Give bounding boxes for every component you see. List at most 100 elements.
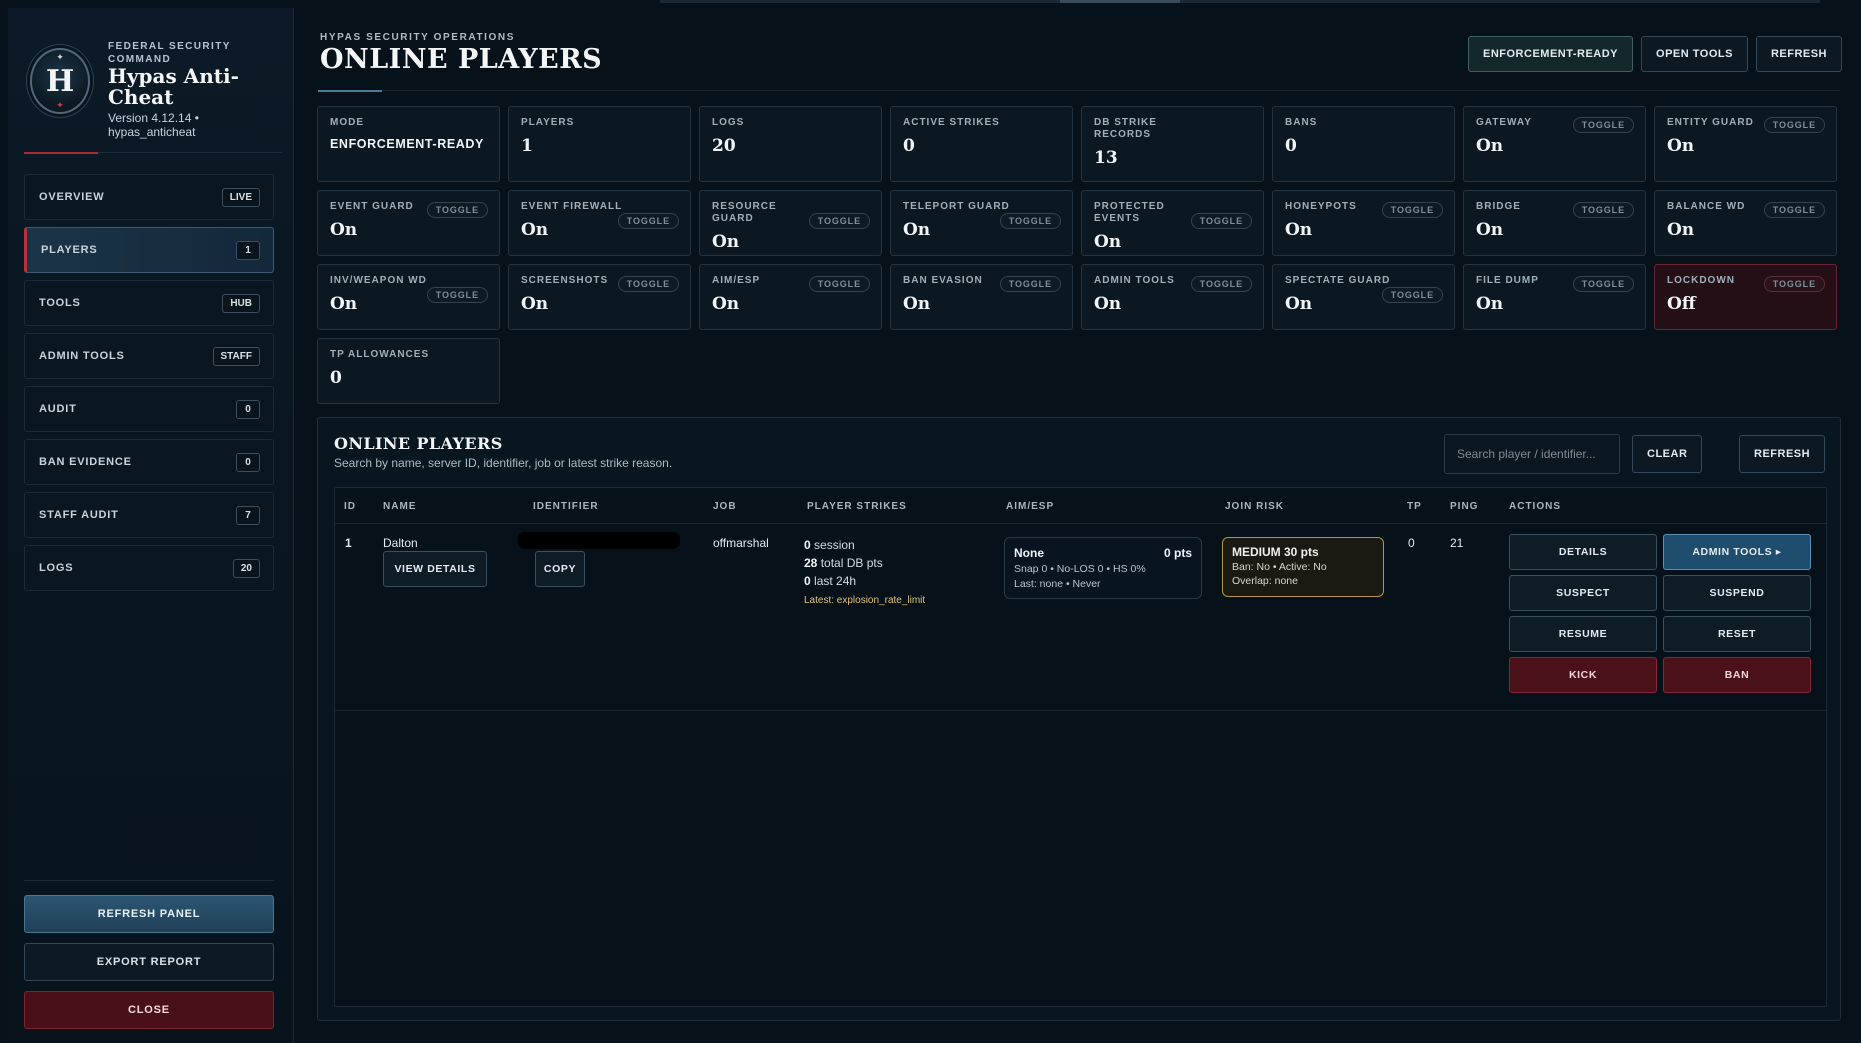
sidebar-item-label: STAFF AUDIT bbox=[39, 509, 119, 521]
toggle-button[interactable]: TOGGLE bbox=[999, 276, 1061, 292]
ban-button[interactable]: BAN bbox=[1663, 657, 1811, 693]
stat-label: SPECTATE GUARD bbox=[1285, 275, 1391, 286]
sidebar-item-label: LOGS bbox=[39, 562, 74, 574]
toggle-button[interactable]: TOGGLE bbox=[617, 213, 679, 229]
column-header-job: JOB bbox=[713, 501, 737, 512]
toggle-button[interactable]: TOGGLE bbox=[999, 213, 1061, 229]
stat-card-mode: MODE ENFORCEMENT-READY bbox=[317, 106, 500, 182]
aim-points: 0 pts bbox=[1163, 546, 1192, 560]
stat-label: LOGS bbox=[712, 117, 745, 128]
copy-identifier-button[interactable]: COPY bbox=[535, 551, 585, 587]
sidebar-footer: REFRESH PANEL EXPORT REPORT CLOSE bbox=[24, 880, 274, 1039]
stat-value: On bbox=[712, 232, 740, 252]
clear-button[interactable]: CLEAR bbox=[1632, 435, 1703, 473]
sidebar-item-admin-tools[interactable]: ADMIN TOOLS STAFF bbox=[24, 333, 274, 379]
suspect-button[interactable]: SUSPECT bbox=[1509, 575, 1657, 611]
stat-card-bans: BANS 0 bbox=[1272, 106, 1455, 182]
enforcement-ready-button[interactable]: ENFORCEMENT-READY bbox=[1468, 36, 1634, 72]
player-search-input[interactable] bbox=[1444, 434, 1620, 474]
toggle-button[interactable]: TOGGLE bbox=[1381, 287, 1443, 303]
stat-card-bridge: BRIDGE TOGGLE On bbox=[1463, 190, 1646, 256]
column-header-join-risk: JOIN RISK bbox=[1225, 501, 1285, 512]
sidebar-item-badge: HUB bbox=[222, 293, 260, 313]
player-id: 1 bbox=[345, 536, 352, 550]
stat-label: HONEYPOTS bbox=[1285, 201, 1357, 212]
toggle-button[interactable]: TOGGLE bbox=[1381, 202, 1443, 218]
stat-card-file-dump: FILE DUMP TOGGLE On bbox=[1463, 264, 1646, 330]
stat-label: MODE bbox=[330, 117, 364, 128]
stat-card-honeypots: HONEYPOTS TOGGLE On bbox=[1272, 190, 1455, 256]
stat-value: On bbox=[712, 294, 740, 314]
toggle-button[interactable]: TOGGLE bbox=[1190, 213, 1252, 229]
stat-value: 20 bbox=[712, 136, 736, 156]
stats-grid: MODE ENFORCEMENT-READY PLAYERS 1 LOGS 20… bbox=[317, 106, 1841, 404]
toggle-button[interactable]: TOGGLE bbox=[426, 287, 488, 303]
stat-label: RESOURCE GUARD bbox=[712, 201, 777, 224]
sidebar-item-logs[interactable]: LOGS 20 bbox=[24, 545, 274, 591]
sidebar-item-badge: 0 bbox=[236, 452, 260, 472]
divider bbox=[24, 152, 282, 154]
panel-subtitle: Search by name, server ID, identifier, j… bbox=[334, 456, 673, 470]
toggle-button[interactable]: TOGGLE bbox=[1763, 202, 1825, 218]
refresh-panel-button[interactable]: REFRESH PANEL bbox=[24, 895, 274, 933]
table-row: 1 Dalton VIEW DETAILS COPY offmarshal 0 … bbox=[335, 524, 1826, 711]
column-header-ping: PING bbox=[1450, 501, 1479, 512]
admin-tools-button[interactable]: ADMIN TOOLS ▸ bbox=[1663, 534, 1811, 570]
toggle-button[interactable]: TOGGLE bbox=[808, 213, 870, 229]
toggle-button[interactable]: TOGGLE bbox=[1190, 276, 1252, 292]
star-icon: ✦ bbox=[56, 100, 64, 110]
page-title: ONLINE PLAYERS bbox=[320, 44, 603, 75]
sidebar-item-players[interactable]: PLAYERS 1 bbox=[24, 227, 274, 273]
sidebar-item-ban-evidence[interactable]: BAN EVIDENCE 0 bbox=[24, 439, 274, 485]
close-button[interactable]: CLOSE bbox=[24, 991, 274, 1029]
table-header: ID NAME IDENTIFIER JOB PLAYER STRIKES AI… bbox=[335, 488, 1826, 524]
toggle-button[interactable]: TOGGLE bbox=[1572, 117, 1634, 133]
toggle-button[interactable]: TOGGLE bbox=[617, 276, 679, 292]
refresh-button[interactable]: REFRESH bbox=[1755, 36, 1842, 72]
last-24h-label: last 24h bbox=[814, 574, 857, 588]
stat-card-teleport-guard: TELEPORT GUARD TOGGLE On bbox=[890, 190, 1073, 256]
resume-button[interactable]: RESUME bbox=[1509, 616, 1657, 652]
sidebar-item-audit[interactable]: AUDIT 0 bbox=[24, 386, 274, 432]
stat-card-inv-weapon-wd: INV/WEAPON WD TOGGLE On bbox=[317, 264, 500, 330]
column-header-id: ID bbox=[344, 501, 356, 512]
toggle-button[interactable]: TOGGLE bbox=[1572, 202, 1634, 218]
brand-block: ✦ H ✦ FEDERAL SECURITY COMMAND Hypas Ant… bbox=[24, 30, 284, 140]
details-button[interactable]: DETAILS bbox=[1509, 534, 1657, 570]
players-table: ID NAME IDENTIFIER JOB PLAYER STRIKES AI… bbox=[334, 487, 1827, 1007]
sidebar-item-staff-audit[interactable]: STAFF AUDIT 7 bbox=[24, 492, 274, 538]
open-tools-button[interactable]: OPEN TOOLS bbox=[1641, 36, 1748, 72]
stat-label: INV/WEAPON WD bbox=[330, 275, 427, 286]
page-kicker: HYPAS SECURITY OPERATIONS bbox=[320, 32, 516, 43]
view-details-button[interactable]: VIEW DETAILS bbox=[383, 551, 487, 587]
stat-value: 13 bbox=[1094, 148, 1118, 168]
sidebar-item-badge: 0 bbox=[236, 399, 260, 419]
export-report-button[interactable]: EXPORT REPORT bbox=[24, 943, 274, 981]
suspend-button[interactable]: SUSPEND bbox=[1663, 575, 1811, 611]
sidebar-item-tools[interactable]: TOOLS HUB bbox=[24, 280, 274, 326]
stat-value: On bbox=[1094, 232, 1122, 252]
db-strike-points: 28 bbox=[804, 556, 818, 570]
session-strikes: 0 bbox=[804, 538, 811, 552]
stat-card-lockdown: LOCKDOWN TOGGLE Off bbox=[1654, 264, 1837, 330]
star-icon: ✦ bbox=[56, 52, 64, 62]
stat-label: FILE DUMP bbox=[1476, 275, 1539, 286]
join-risk-badge: MEDIUM 30 pts Ban: No • Active: No Overl… bbox=[1222, 537, 1384, 597]
reset-button[interactable]: RESET bbox=[1663, 616, 1811, 652]
sidebar-item-overview[interactable]: OVERVIEW LIVE bbox=[24, 174, 274, 220]
refresh-players-button[interactable]: REFRESH bbox=[1739, 435, 1826, 473]
stat-value: On bbox=[1476, 294, 1504, 314]
column-header-aim-esp: AIM/ESP bbox=[1006, 501, 1055, 512]
toggle-button[interactable]: TOGGLE bbox=[426, 202, 488, 218]
kick-button[interactable]: KICK bbox=[1509, 657, 1657, 693]
toggle-button[interactable]: TOGGLE bbox=[1572, 276, 1634, 292]
brand-title: Hypas Anti-Cheat bbox=[108, 64, 239, 109]
shield-logo-icon: ✦ H ✦ bbox=[30, 48, 90, 114]
stat-value: ENFORCEMENT-READY bbox=[330, 137, 484, 151]
toggle-button[interactable]: TOGGLE bbox=[1763, 276, 1825, 292]
toggle-button[interactable]: TOGGLE bbox=[1763, 117, 1825, 133]
toggle-button[interactable]: TOGGLE bbox=[808, 276, 870, 292]
online-players-panel: ONLINE PLAYERS Search by name, server ID… bbox=[317, 417, 1841, 1021]
stat-card-event-firewall: EVENT FIREWALL TOGGLE On bbox=[508, 190, 691, 256]
sidebar-item-badge: STAFF bbox=[212, 346, 260, 366]
